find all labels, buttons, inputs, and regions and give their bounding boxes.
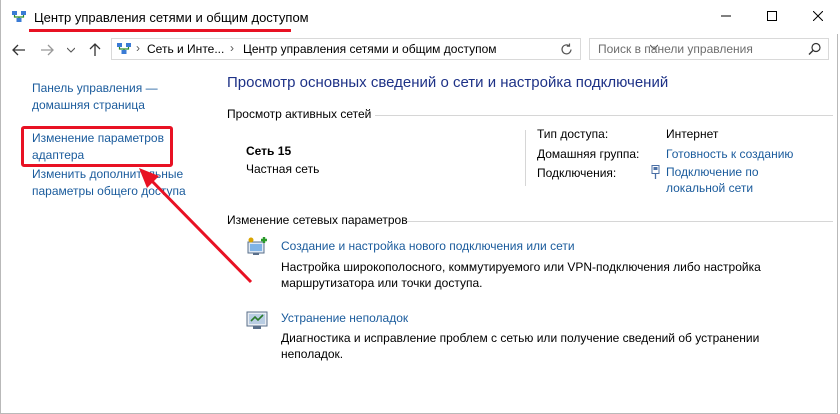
search-placeholder: Поиск в панели управления [598, 42, 753, 56]
recent-locations-button[interactable] [61, 41, 81, 59]
search-icon [808, 42, 821, 55]
section-divider [407, 221, 833, 222]
chevron-right-icon: › [136, 41, 140, 55]
minimize-button[interactable] [703, 0, 749, 32]
chevron-right-icon: › [230, 41, 234, 55]
up-button[interactable] [85, 41, 105, 59]
homegroup-ready-link[interactable]: Готовность к созданию [666, 146, 793, 162]
sidebar-sharing-link-line2: параметры общего доступа [32, 184, 186, 198]
new-connection-icon [247, 237, 267, 255]
page-title: Просмотр основных сведений о сети и наст… [227, 74, 669, 91]
maximize-button[interactable] [749, 0, 795, 32]
close-button[interactable] [795, 0, 840, 32]
network-type: Частная сеть [246, 162, 320, 176]
troubleshoot-link[interactable]: Устранение неполадок [281, 310, 408, 326]
troubleshoot-description: Диагностика и исправление проблем с сеть… [281, 330, 759, 362]
sidebar-home-link-line2: домашняя страница [32, 98, 145, 112]
breadcrumb-network[interactable]: Сеть и Инте... [147, 42, 224, 56]
ethernet-icon [651, 165, 660, 179]
access-type-value: Интернет [666, 127, 719, 141]
refresh-icon [560, 43, 572, 55]
adapter-link-highlight-box [21, 126, 173, 167]
sidebar-sharing-link-line1: Изменить дополнительные [32, 167, 184, 181]
troubleshoot-description-line1: Диагностика и исправление проблем с сеть… [281, 331, 760, 345]
forward-arrow-icon [41, 44, 54, 56]
close-icon [813, 11, 823, 21]
access-type-label: Тип доступа: [537, 127, 609, 141]
chevron-down-icon [67, 47, 75, 53]
connections-label: Подключения: [537, 166, 617, 180]
forward-button[interactable] [37, 41, 57, 59]
network-name: Сеть 15 [246, 144, 292, 158]
troubleshoot-icon [246, 311, 268, 329]
local-connection-link-line2: локальной сети [666, 181, 754, 195]
back-button[interactable] [9, 41, 29, 59]
new-connection-description-line1: Настройка широкополосного, коммутируемог… [281, 260, 761, 274]
address-bar[interactable]: › Сеть и Инте... › Центр управления сетя… [111, 38, 659, 60]
local-connection-link-line1: Подключение по [666, 165, 759, 179]
maximize-icon [767, 11, 777, 21]
section-divider [375, 115, 833, 116]
new-connection-description-line2: маршрутизатора или точки доступа. [281, 276, 483, 290]
window: Центр управления сетями и общим доступом [0, 0, 839, 414]
breadcrumb-network-center[interactable]: Центр управления сетями и общим доступом [243, 42, 497, 56]
vertical-divider [525, 130, 526, 186]
up-arrow-icon [89, 43, 101, 56]
back-arrow-icon [12, 44, 25, 56]
network-center-icon [12, 11, 26, 22]
title-highlight-underline [29, 29, 291, 32]
search-box[interactable]: Поиск в панели управления [589, 38, 829, 60]
troubleshoot-description-line2: неполадок. [281, 347, 344, 361]
sidebar-home-link[interactable]: Панель управления — домашняя страница [32, 80, 158, 114]
active-networks-label: Просмотр активных сетей [227, 107, 372, 121]
sidebar-home-link-line1: Панель управления — [32, 81, 158, 95]
local-connection-link[interactable]: Подключение по локальной сети [666, 164, 759, 196]
homegroup-label: Домашняя группа: [537, 147, 640, 161]
new-connection-description: Настройка широкополосного, коммутируемог… [281, 259, 761, 291]
sidebar-sharing-settings-link[interactable]: Изменить дополнительные параметры общего… [32, 166, 186, 200]
minimize-icon [721, 15, 731, 17]
title-bar: Центр управления сетями и общим доступом [1, 0, 839, 34]
window-title: Центр управления сетями и общим доступом [34, 10, 309, 25]
network-center-icon [117, 43, 131, 54]
change-settings-label: Изменение сетевых параметров [227, 213, 408, 227]
new-connection-link[interactable]: Создание и настройка нового подключения … [281, 238, 575, 254]
refresh-button[interactable] [558, 43, 574, 57]
